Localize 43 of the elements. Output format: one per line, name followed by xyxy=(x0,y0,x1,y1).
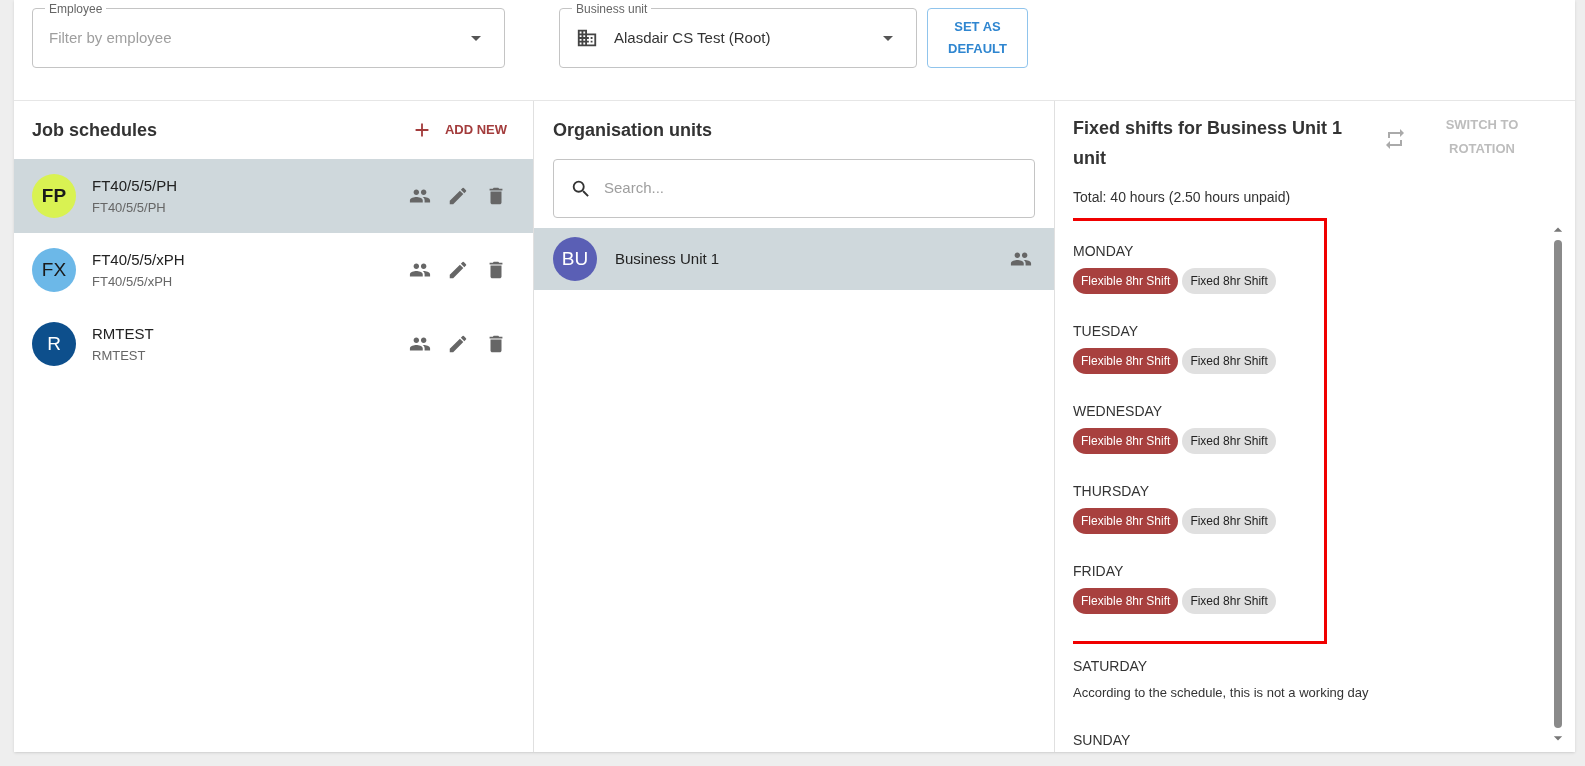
avatar: BU xyxy=(553,237,597,281)
shift-chip[interactable]: Flexible 8hr Shift xyxy=(1073,428,1179,454)
shift-chip[interactable]: Fixed 8hr Shift xyxy=(1182,268,1276,294)
shift-chip[interactable]: Flexible 8hr Shift xyxy=(1073,508,1179,534)
shift-chip[interactable]: Fixed 8hr Shift xyxy=(1182,428,1276,454)
shift-chip[interactable]: Flexible 8hr Shift xyxy=(1073,588,1179,614)
building-icon xyxy=(576,27,598,49)
day-heading: WEDNESDAY xyxy=(1073,402,1164,421)
avatar: R xyxy=(32,322,76,366)
schedule-row[interactable]: FP FT40/5/5/PH FT40/5/5/PH xyxy=(14,159,533,233)
shift-chip[interactable]: Fixed 8hr Shift xyxy=(1182,508,1276,534)
schedule-code: FT40/5/5/xPH xyxy=(92,272,174,291)
search-placeholder: Search... xyxy=(604,178,665,199)
set-default-button[interactable]: SET AS DEFAULT xyxy=(927,8,1028,68)
avatar: FX xyxy=(32,248,76,292)
panel-title: Fixed shifts for Business Unit 1 unit xyxy=(1073,117,1344,170)
unit-row[interactable]: BU Business Unit 1 xyxy=(534,228,1054,290)
day-heading: MONDAY xyxy=(1073,242,1135,261)
edit-icon[interactable] xyxy=(447,333,469,355)
schedule-name: FT40/5/5/PH xyxy=(92,176,179,196)
day-heading: TUESDAY xyxy=(1073,322,1140,341)
avatar: FP xyxy=(32,174,76,218)
edit-icon[interactable] xyxy=(447,185,469,207)
day-heading: THURSDAY xyxy=(1073,482,1150,501)
schedule-code: RMTEST xyxy=(92,346,147,365)
day-heading: FRIDAY xyxy=(1073,562,1125,581)
shift-chip[interactable]: Fixed 8hr Shift xyxy=(1182,348,1276,374)
total-hours: Total: 40 hours (2.50 hours unpaid) xyxy=(1073,188,1292,207)
day-heading: SATURDAY xyxy=(1073,657,1149,676)
day-heading: SUNDAY xyxy=(1073,730,1132,750)
schedule-code: FT40/5/5/PH xyxy=(92,198,167,217)
schedule-name: RMTEST xyxy=(92,324,155,344)
add-new-button[interactable]: ADD NEW xyxy=(410,119,507,141)
field-label: Employee xyxy=(45,0,107,18)
shift-chip[interactable]: Flexible 8hr Shift xyxy=(1073,348,1179,374)
unit-name: Business Unit 1 xyxy=(615,248,721,269)
edit-icon[interactable] xyxy=(447,259,469,281)
day-note: According to the schedule, this is not a working day xyxy=(1073,684,1370,702)
panel-title: Job schedules xyxy=(32,118,158,142)
shift-chip[interactable]: Flexible 8hr Shift xyxy=(1073,268,1179,294)
schedule-name: FT40/5/5/xPH xyxy=(92,250,186,270)
shift-chip[interactable]: Fixed 8hr Shift xyxy=(1182,588,1276,614)
panel-title: Organisation units xyxy=(553,118,712,142)
